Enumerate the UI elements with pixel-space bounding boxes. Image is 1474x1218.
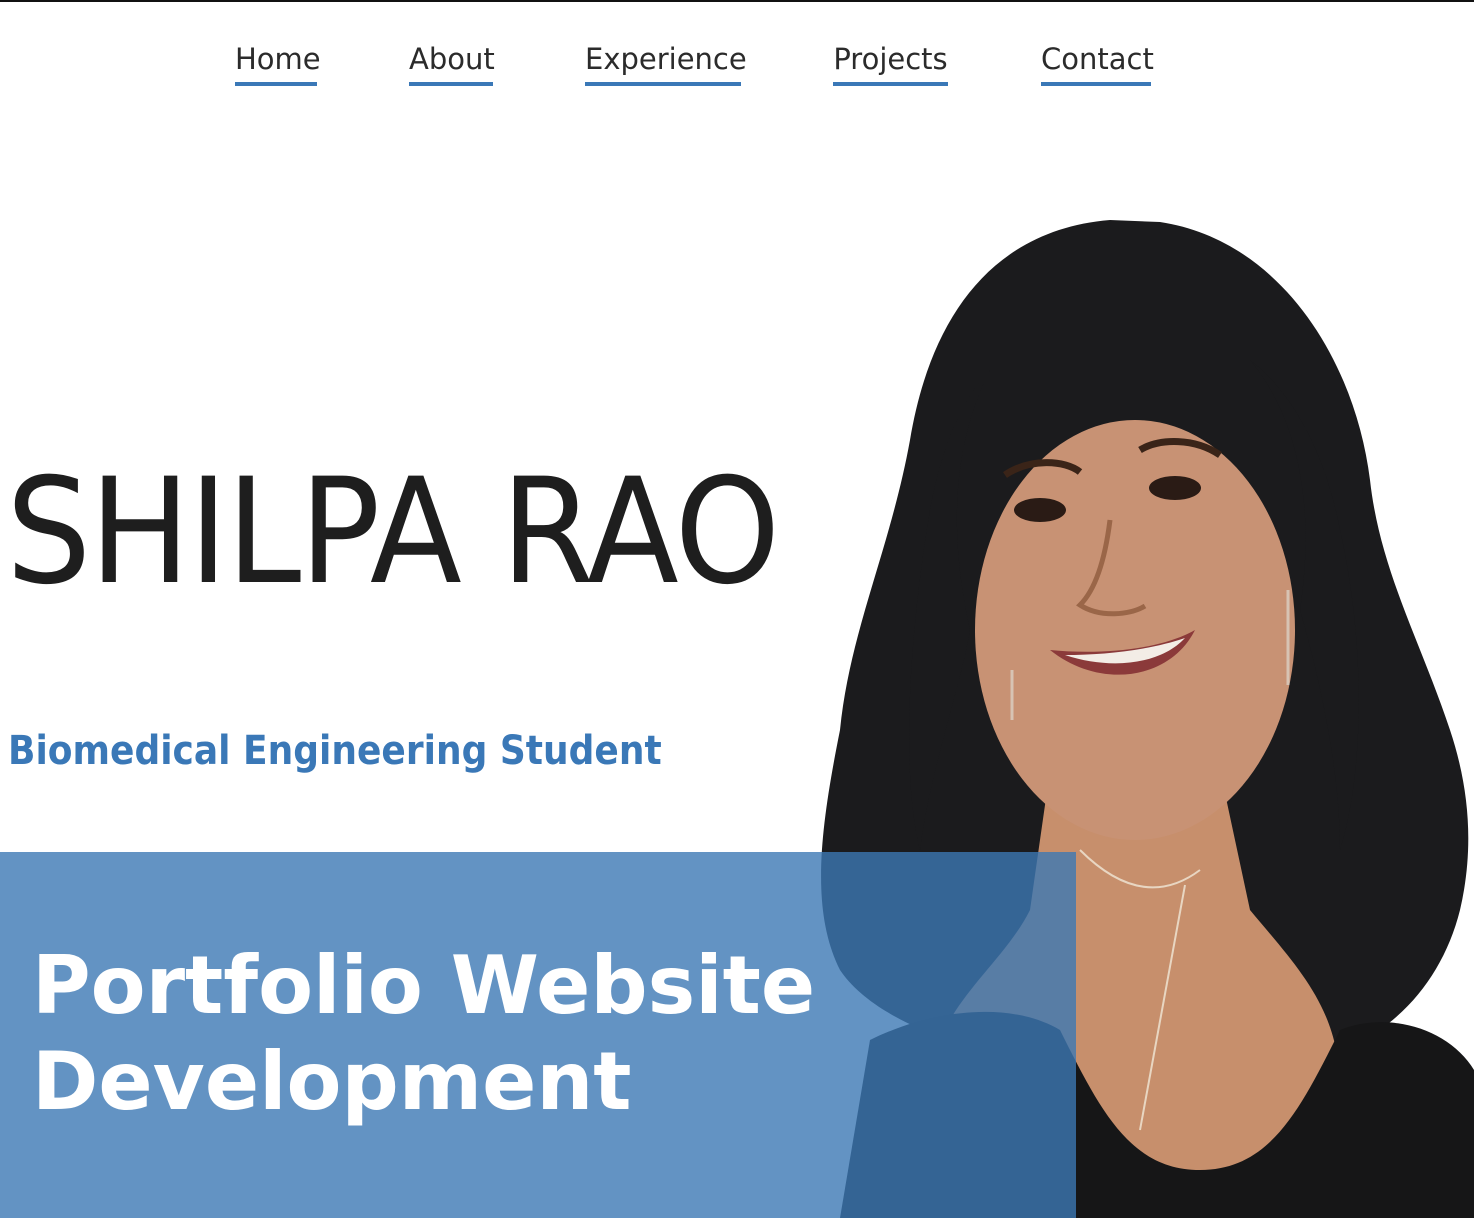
hero-subtitle: Biomedical Engineering Student [8,728,662,774]
top-border [0,0,1474,2]
main-nav: Home About Experience Projects Contact [0,40,1474,90]
nav-link-experience[interactable]: Experience [585,40,747,86]
banner-title: Portfolio Website Development [32,938,1032,1130]
nav-link-contact[interactable]: Contact [1041,40,1154,86]
nav-link-home[interactable]: Home [235,40,321,86]
nav-link-about[interactable]: About [409,40,495,86]
hero-name: SHILPA RAO [6,447,780,617]
nav-link-projects[interactable]: Projects [833,40,948,86]
banner-title-line-1: Portfolio Website [32,939,816,1032]
banner-title-line-2: Development [32,1035,632,1128]
